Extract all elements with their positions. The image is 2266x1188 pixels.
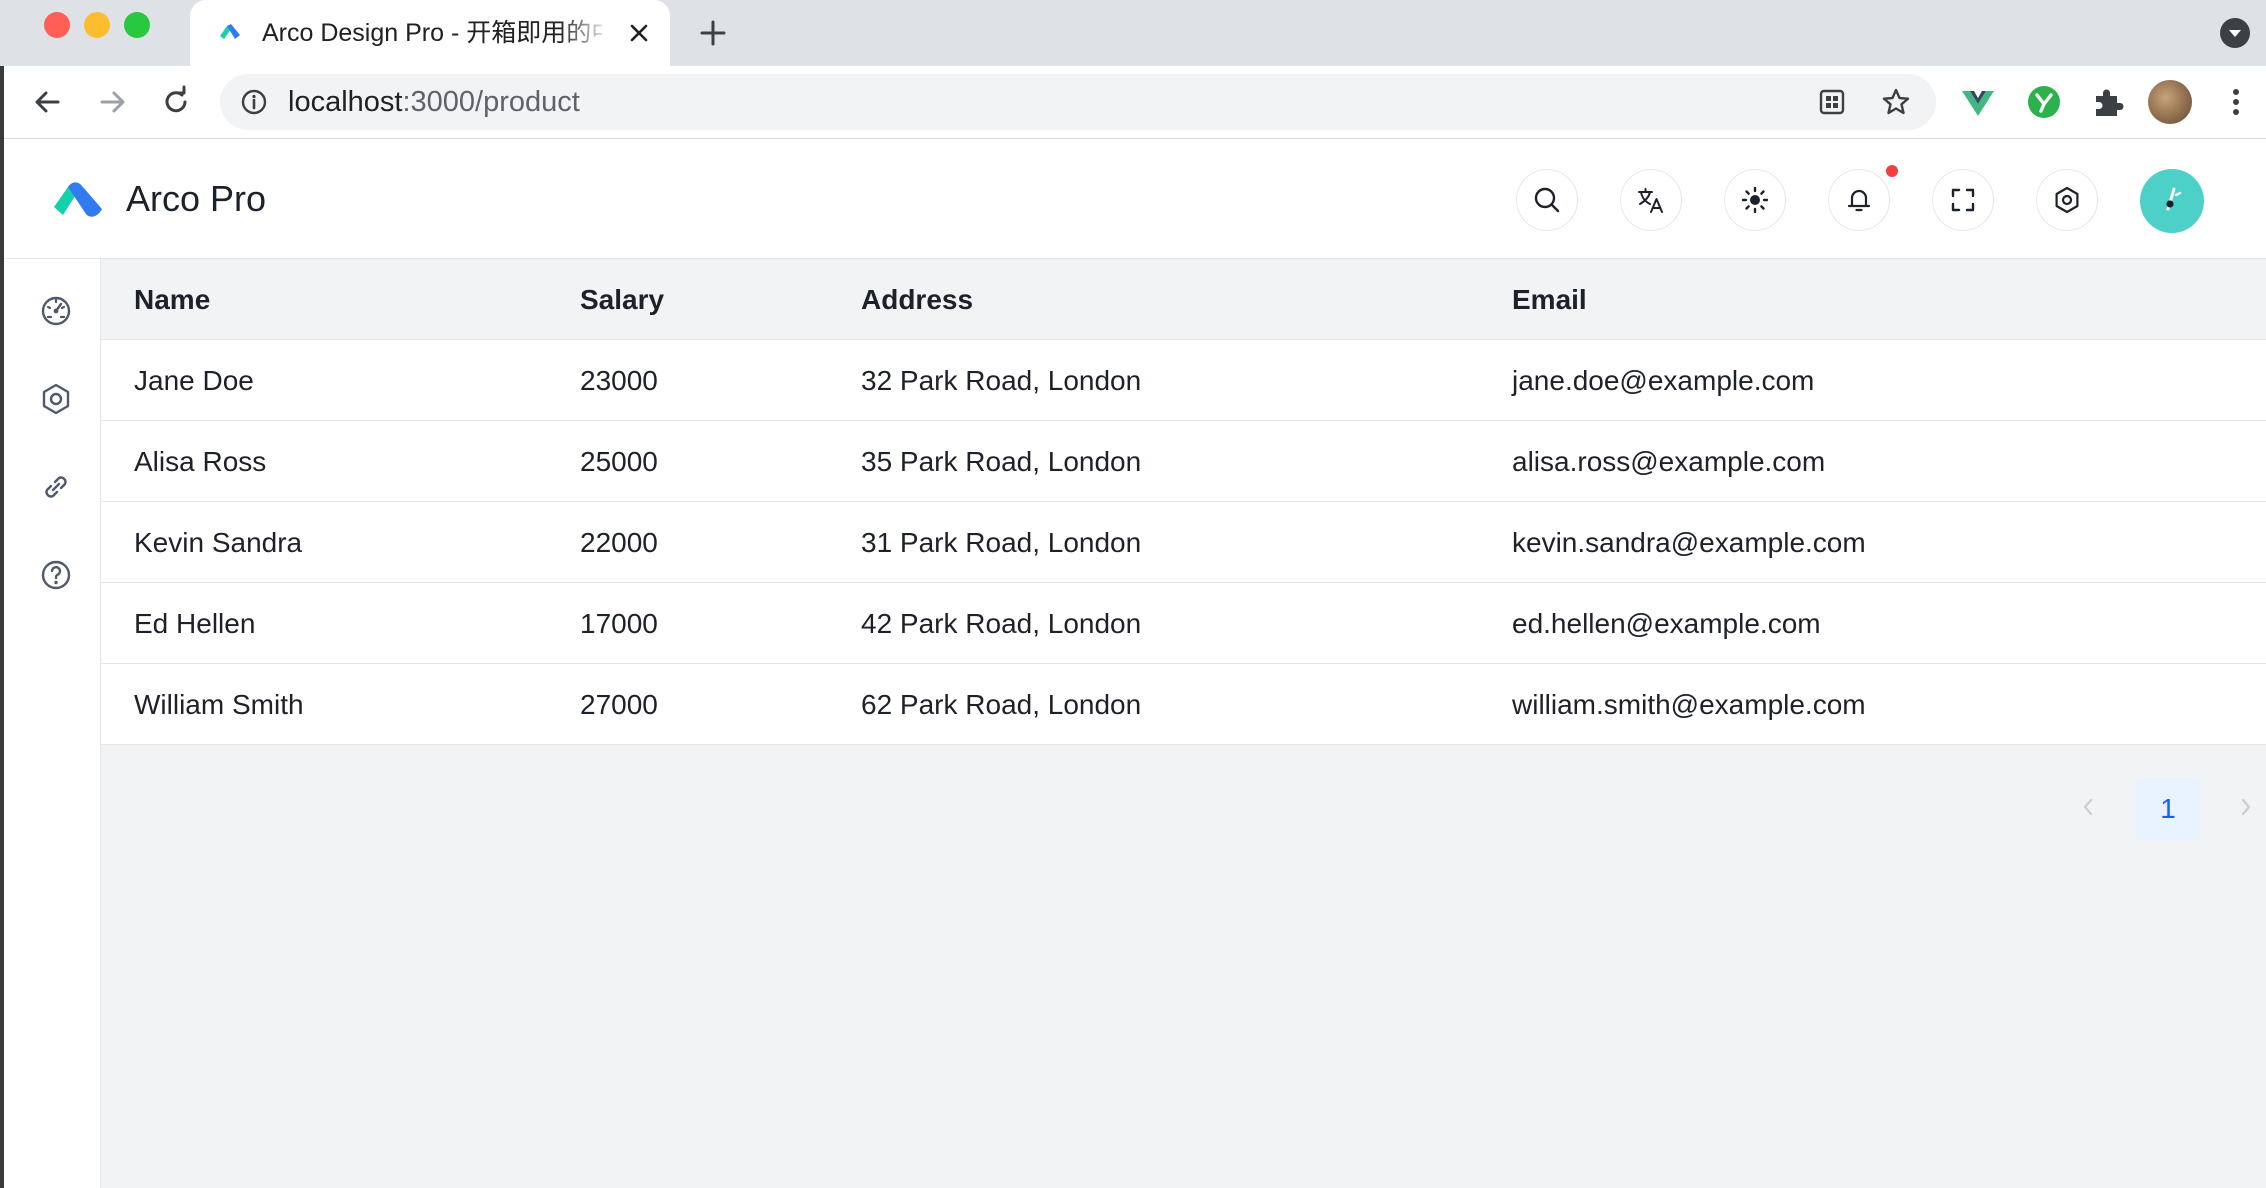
arco-pro-logo-icon [54, 182, 102, 217]
cell-email: alisa.ross@example.com [1512, 446, 1826, 477]
cell-address: 32 Park Road, London [861, 365, 1142, 396]
pagination-page-current[interactable]: 1 [2136, 778, 2200, 840]
forward-arrow-icon[interactable] [92, 82, 132, 122]
theme-toggle-button[interactable] [1724, 169, 1786, 231]
table-row[interactable]: Jane Doe 23000 32 Park Road, London jane… [101, 340, 2266, 421]
settings-button[interactable] [2036, 169, 2098, 231]
help-question-icon[interactable] [38, 557, 74, 593]
cell-salary: 22000 [580, 527, 658, 558]
search-icon [1534, 187, 1560, 213]
dashboard-icon[interactable] [38, 293, 74, 329]
cell-name: Jane Doe [134, 365, 254, 396]
bookmark-star-icon[interactable] [1880, 86, 1912, 118]
product-table: Name Salary Address Email Jane Doe 23000… [101, 259, 2266, 745]
column-header-name[interactable]: Name [134, 259, 210, 340]
browser-menu-icon[interactable] [2216, 82, 2256, 122]
table-row[interactable]: Alisa Ross 25000 35 Park Road, London al… [101, 421, 2266, 502]
table-header-row: Name Salary Address Email [101, 259, 2266, 340]
cell-salary: 17000 [580, 608, 658, 639]
back-arrow-icon[interactable] [28, 82, 68, 122]
url-host: localhost [288, 86, 403, 118]
cell-address: 42 Park Road, London [861, 608, 1142, 639]
pagination-prev-icon[interactable] [2076, 792, 2100, 822]
sidebar [4, 259, 101, 1188]
tab-search-button[interactable] [2220, 18, 2250, 48]
app-header: Arco Pro [4, 139, 2266, 259]
new-tab-icon[interactable] [696, 16, 730, 50]
window-close-button[interactable] [44, 12, 70, 38]
fullscreen-icon [1951, 188, 1975, 212]
vue-devtools-icon[interactable] [1958, 82, 1998, 122]
table-row[interactable]: Kevin Sandra 22000 31 Park Road, London … [101, 502, 2266, 583]
cell-email: ed.hellen@example.com [1512, 608, 1821, 639]
translate-icon [1638, 188, 1663, 213]
table-row[interactable]: Ed Hellen 17000 42 Park Road, London ed.… [101, 583, 2266, 664]
link-icon[interactable] [38, 469, 74, 505]
cell-address: 62 Park Road, London [861, 689, 1142, 720]
address-bar[interactable]: localhost:3000/product [220, 74, 1936, 130]
window-zoom-button[interactable] [124, 12, 150, 38]
fullscreen-button[interactable] [1932, 169, 1994, 231]
cell-email: jane.doe@example.com [1512, 365, 1815, 396]
column-header-address[interactable]: Address [861, 259, 973, 340]
cell-name: Alisa Ross [134, 446, 267, 477]
gear-icon [2055, 186, 2079, 214]
cell-name: Kevin Sandra [134, 527, 303, 558]
cell-address: 31 Park Road, London [861, 527, 1142, 558]
table-row[interactable]: William Smith 27000 62 Park Road, London… [101, 664, 2266, 745]
url-path: :3000/product [402, 86, 580, 118]
search-button[interactable] [1516, 169, 1578, 231]
qr-code-icon[interactable] [1816, 86, 1848, 118]
chevron-down-icon [2229, 30, 2241, 37]
reload-icon[interactable] [156, 82, 196, 122]
extension-y-icon[interactable] [2024, 82, 2064, 122]
pagination-next-icon[interactable] [2234, 792, 2258, 822]
user-avatar-icon [2166, 187, 2182, 211]
cell-salary: 27000 [580, 689, 658, 720]
arco-logo-icon [220, 24, 240, 39]
profile-avatar[interactable] [2148, 80, 2192, 124]
url-text: localhost:3000/product [288, 84, 580, 120]
cell-address: 35 Park Road, London [861, 446, 1142, 477]
browser-tab-strip: Arco Design Pro - 开箱即用的中台前端/设计解决方案 [0, 0, 2266, 66]
cell-name: Ed Hellen [134, 608, 256, 639]
cell-name: William Smith [134, 689, 304, 720]
tab-title-fade [560, 12, 610, 52]
cell-email: william.smith@example.com [1512, 689, 1866, 720]
column-header-salary[interactable]: Salary [580, 259, 664, 340]
sun-icon [1741, 186, 1769, 214]
tab-title: Arco Design Pro - 开箱即用的中台前端/设计解决方案 [262, 19, 602, 47]
user-avatar[interactable] [2140, 169, 2204, 233]
cell-salary: 25000 [580, 446, 658, 477]
notification-badge-dot [1886, 165, 1898, 177]
bell-icon [1847, 189, 1871, 212]
window-minimize-button[interactable] [84, 12, 110, 38]
cell-email: kevin.sandra@example.com [1512, 527, 1866, 558]
column-header-email[interactable]: Email [1512, 259, 1587, 340]
extensions-puzzle-icon[interactable] [2088, 82, 2128, 122]
cell-salary: 23000 [580, 365, 658, 396]
site-info-icon[interactable] [240, 88, 268, 116]
app-title: Arco Pro [126, 178, 267, 219]
language-button[interactable] [1620, 169, 1682, 231]
notifications-button[interactable] [1828, 169, 1890, 231]
browser-tab[interactable]: Arco Design Pro - 开箱即用的中台前端/设计解决方案 [190, 0, 670, 66]
browser-toolbar: localhost:3000/product [0, 66, 2266, 139]
tab-close-icon[interactable] [624, 18, 654, 48]
settings-gear-icon[interactable] [38, 381, 74, 417]
